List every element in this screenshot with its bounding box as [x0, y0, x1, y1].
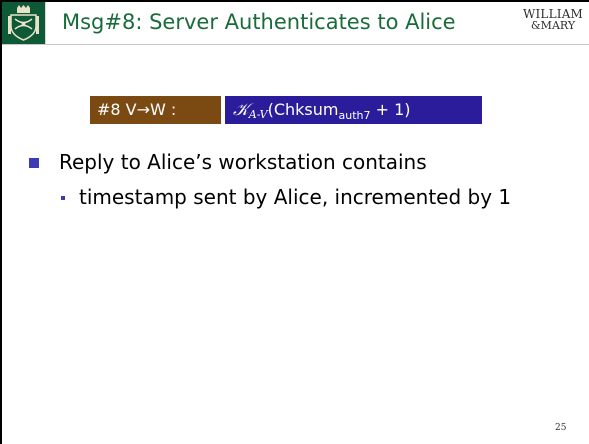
header-divider	[2, 44, 589, 45]
page-number: 25	[555, 423, 567, 433]
message-formula: 𝒦A-V(Chksumauth7 + 1)	[225, 96, 482, 124]
crest-icon	[2, 2, 45, 44]
bullet-list: Reply to Alice’s workstation contains ti…	[27, 149, 587, 212]
sub-bullet-text: timestamp sent by Alice, incremented by …	[79, 185, 512, 209]
key-symbol: 𝒦	[233, 100, 249, 120]
key-subscript: A-V	[248, 108, 268, 121]
bullet-item: Reply to Alice’s workstation contains	[27, 149, 587, 175]
slide-header: Msg#8: Server Authenticates to Alice WIL…	[2, 2, 589, 44]
page-title: Msg#8: Server Authenticates to Alice	[62, 10, 456, 34]
crest-logo	[2, 2, 46, 44]
william-mary-logo: WILLIAM &MARY	[516, 8, 589, 32]
small-square-bullet-icon	[61, 196, 65, 200]
message-label: #8 V→W :	[90, 96, 221, 124]
formula-close: + 1)	[370, 100, 411, 119]
formula-open: (Chksum	[267, 100, 339, 119]
formula-subscript: auth7	[338, 109, 371, 122]
square-bullet-icon	[29, 158, 39, 168]
slide: Msg#8: Server Authenticates to Alice WIL…	[0, 0, 589, 444]
bullet-text: Reply to Alice’s workstation contains	[59, 150, 427, 174]
logo-line-2: &MARY	[530, 19, 576, 32]
sub-bullet-item: timestamp sent by Alice, incremented by …	[27, 183, 539, 212]
